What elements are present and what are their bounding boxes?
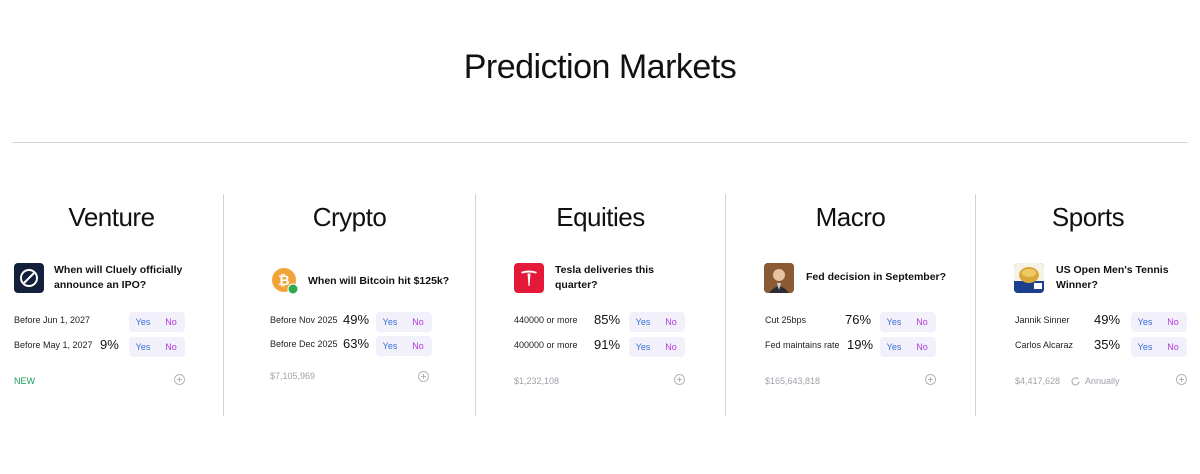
category-equities: Equities Tesla deliveries this quarter? … (475, 194, 725, 416)
add-icon[interactable] (1176, 374, 1187, 385)
tennis-trophy-icon (1014, 263, 1044, 293)
category-title: Equities (556, 202, 645, 232)
yes-button[interactable]: Yes (629, 312, 657, 332)
outcome-row: 440000 or more 85% Yes No (514, 312, 714, 332)
no-button[interactable]: No (1159, 312, 1187, 332)
yes-button[interactable]: Yes (880, 337, 908, 357)
market-columns: Venture When will Cluely officially anno… (0, 194, 1200, 416)
add-icon[interactable] (674, 374, 685, 385)
svg-text:₿: ₿ (278, 273, 289, 289)
bitcoin-icon: ₿ (270, 266, 300, 296)
no-button[interactable]: No (1159, 337, 1187, 357)
tesla-logo-icon (514, 263, 544, 293)
no-button[interactable]: No (657, 337, 685, 357)
cluely-logo-icon (14, 263, 44, 293)
no-button[interactable]: No (908, 337, 936, 357)
yes-no-pill: Yes No (880, 337, 936, 357)
yes-no-pill: Yes No (376, 312, 432, 332)
no-button[interactable]: No (157, 312, 185, 332)
yes-button[interactable]: Yes (376, 336, 404, 356)
volume-label: $165,643,818 (765, 376, 821, 386)
category-crypto: Crypto ₿ When will Bitcoin hit $125k? Be… (223, 194, 475, 416)
yes-no-pill: Yes No (629, 337, 685, 357)
no-button[interactable]: No (157, 337, 185, 357)
no-button[interactable]: No (908, 312, 936, 332)
yes-button[interactable]: Yes (629, 337, 657, 357)
category-title: Crypto (312, 202, 387, 232)
category-title: Venture (68, 202, 155, 232)
yes-button[interactable]: Yes (376, 312, 404, 332)
outcome-row: Before May 1, 2027 9% Yes No (14, 337, 194, 357)
volume-label: $7,105,969 (270, 371, 316, 381)
no-button[interactable]: No (657, 312, 685, 332)
category-title: Sports (1051, 202, 1125, 232)
market-question[interactable]: US Open Men's Tennis Winner? (1056, 263, 1196, 293)
outcome-row: Before Jun 1, 2027 Yes No (14, 312, 194, 332)
fed-chair-portrait-icon (764, 263, 794, 293)
add-icon[interactable] (925, 374, 936, 385)
yes-button[interactable]: Yes (129, 337, 157, 357)
yes-no-pill: Yes No (376, 336, 432, 356)
outcome-row: Carlos Alcaraz 35% Yes No (1015, 337, 1195, 357)
market-question[interactable]: When will Cluely officially announce an … (54, 263, 214, 293)
outcome-row: Before Dec 2025 63% Yes No (270, 336, 470, 356)
yes-no-pill: Yes No (880, 312, 936, 332)
yes-button[interactable]: Yes (129, 312, 157, 332)
outcome-row: Before Nov 2025 49% Yes No (270, 312, 470, 332)
category-sports: Sports US Open Men's Tennis Winner? Jann… (975, 194, 1200, 416)
category-macro: Macro Fed decision in September? Cut 25b… (725, 194, 975, 416)
frequency-label: Annually (1085, 376, 1120, 386)
add-icon[interactable] (174, 374, 185, 385)
volume-label: $4,417,628 (1015, 376, 1061, 386)
add-icon[interactable] (418, 371, 429, 382)
yes-no-pill: Yes No (629, 312, 685, 332)
outcome-row: Fed maintains rate 19% Yes No (765, 337, 965, 357)
outcome-row: Cut 25bps 76% Yes No (765, 312, 965, 332)
yes-no-pill: Yes No (1131, 337, 1187, 357)
no-button[interactable]: No (404, 336, 432, 356)
market-question[interactable]: Tesla deliveries this quarter? (555, 263, 715, 293)
category-title: Macro (815, 202, 886, 232)
repeat-icon (1070, 374, 1081, 386)
yes-no-pill: Yes No (1131, 312, 1187, 332)
header-divider (12, 142, 1188, 143)
outcome-row: 400000 or more 91% Yes No (514, 337, 714, 357)
yes-button[interactable]: Yes (1131, 337, 1159, 357)
yes-button[interactable]: Yes (1131, 312, 1159, 332)
no-button[interactable]: No (404, 312, 432, 332)
yes-no-pill: Yes No (129, 312, 185, 332)
yes-no-pill: Yes No (129, 337, 185, 357)
market-question[interactable]: When will Bitcoin hit $125k? (308, 274, 468, 289)
new-badge: NEW (14, 376, 35, 386)
outcome-row: Jannik Sinner 49% Yes No (1015, 312, 1195, 332)
category-venture: Venture When will Cluely officially anno… (0, 194, 223, 416)
yes-button[interactable]: Yes (880, 312, 908, 332)
page-title: Prediction Markets (463, 48, 737, 86)
market-question[interactable]: Fed decision in September? (806, 270, 966, 285)
volume-label: $1,232,108 (514, 376, 560, 386)
